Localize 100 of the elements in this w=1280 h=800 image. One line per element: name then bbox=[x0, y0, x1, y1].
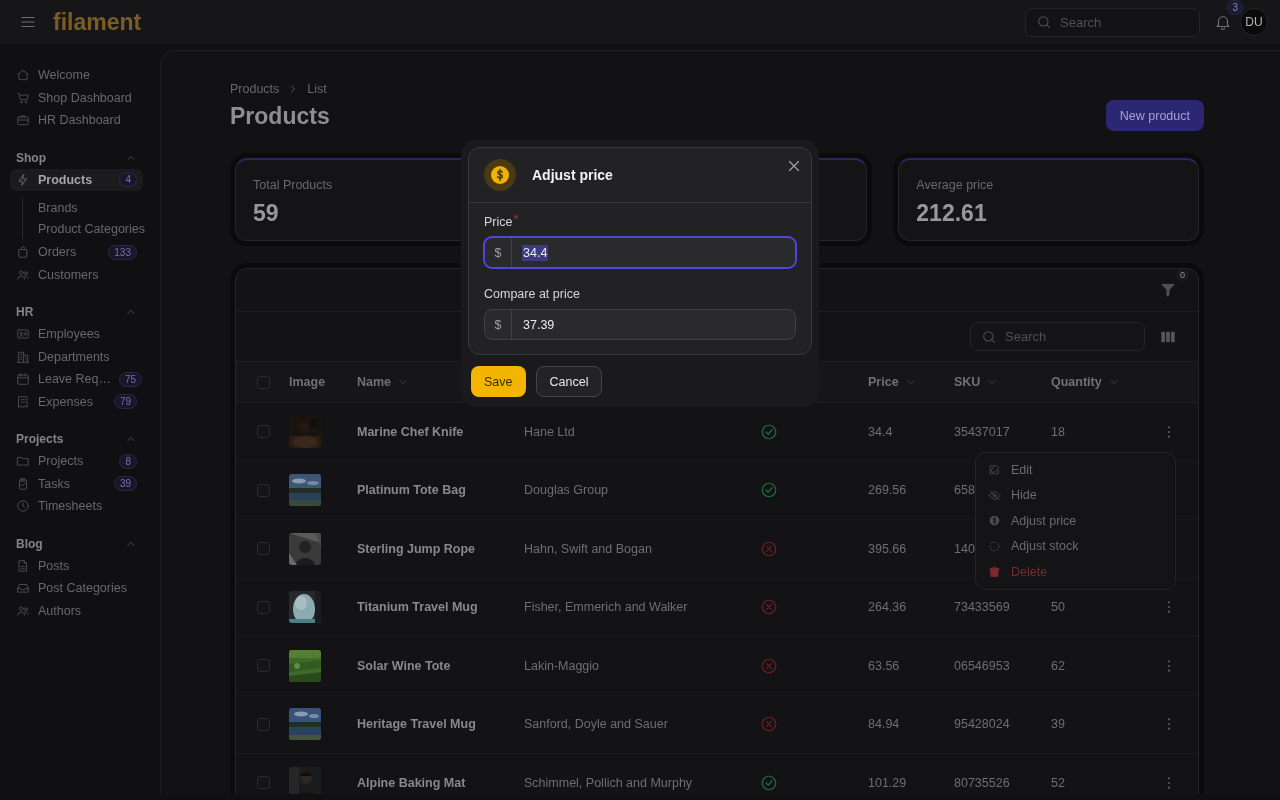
table-cell: 73433569 bbox=[954, 600, 1010, 615]
id-card-icon bbox=[16, 327, 30, 342]
table-cell: Solar Wine Tote bbox=[357, 658, 451, 673]
nav-item[interactable]: Tasks 39 bbox=[10, 472, 143, 495]
document-icon bbox=[16, 558, 30, 573]
nav-item[interactable]: Departments bbox=[10, 345, 143, 368]
nav-item[interactable]: Post Categories bbox=[10, 577, 143, 600]
stat-value: 212.61 bbox=[916, 200, 987, 227]
table-cell: 52 bbox=[1051, 775, 1065, 790]
calendar-icon bbox=[16, 372, 30, 387]
table-cell: 06546953 bbox=[954, 658, 1010, 673]
currency-prefix: $ bbox=[485, 310, 512, 339]
nav-item[interactable]: Customers bbox=[10, 263, 143, 286]
cart-icon bbox=[16, 90, 30, 105]
nav-item[interactable]: Timesheets bbox=[10, 495, 143, 518]
table-cell: 80735526 bbox=[954, 775, 1010, 790]
eye-slash-icon bbox=[988, 488, 1001, 502]
stat-label: Total Products bbox=[253, 178, 333, 192]
breadcrumb-link[interactable]: Products bbox=[230, 82, 280, 96]
nav-group-label: Blog bbox=[16, 536, 43, 551]
receipt-icon bbox=[16, 394, 30, 409]
nav-item[interactable]: Shop Dashboard bbox=[10, 86, 143, 109]
filter-icon[interactable] bbox=[1159, 281, 1177, 299]
bell-icon[interactable] bbox=[1214, 13, 1232, 31]
menu-item[interactable]: Edit bbox=[976, 457, 1175, 483]
save-button[interactable]: Save bbox=[471, 366, 526, 397]
table-cell: Marine Chef Knife bbox=[357, 424, 464, 439]
search-field[interactable]: Search bbox=[970, 322, 1145, 351]
count-badge: 4 bbox=[119, 172, 137, 188]
edit-icon bbox=[988, 463, 1001, 477]
tray-icon bbox=[16, 581, 30, 596]
menu-item[interactable]: Adjust stock bbox=[976, 533, 1175, 559]
nav-group-label: Shop bbox=[16, 150, 46, 165]
input-field[interactable]: $ 34.4 bbox=[484, 237, 796, 268]
clipboard-icon bbox=[16, 476, 30, 491]
menu-item[interactable]: Hide bbox=[976, 482, 1175, 508]
notification-badge: 3 bbox=[1227, 0, 1243, 15]
nav-group-label: HR bbox=[16, 305, 34, 319]
menu-item[interactable]: Delete bbox=[976, 559, 1175, 585]
nav-item[interactable]: Expenses 79 bbox=[10, 390, 143, 413]
home-icon bbox=[16, 68, 30, 83]
nav-item[interactable]: Leave Req… 75 bbox=[10, 368, 143, 391]
stat-label: Average price bbox=[916, 178, 994, 192]
page-title: Products bbox=[230, 102, 330, 131]
table-cell: 63.56 bbox=[868, 658, 900, 673]
briefcase-icon bbox=[16, 113, 30, 128]
table-cell: 62 bbox=[1051, 658, 1065, 673]
count-badge: 79 bbox=[113, 394, 137, 410]
column-header[interactable]: Quantity bbox=[1051, 375, 1151, 389]
row-checkbox[interactable] bbox=[257, 776, 270, 790]
row-checkbox[interactable] bbox=[257, 659, 270, 673]
table-cell: 264.36 bbox=[868, 600, 907, 615]
table-cell: Lakin-Maggio bbox=[524, 658, 600, 673]
nav-group-label: Projects bbox=[16, 432, 64, 446]
table-cell: Douglas Group bbox=[524, 483, 609, 498]
nav-item[interactable]: Orders 133 bbox=[10, 241, 143, 264]
row-checkbox[interactable] bbox=[257, 483, 270, 497]
table-cell: Fisher, Emmerich and Walker bbox=[524, 600, 688, 615]
select-all-checkbox[interactable] bbox=[257, 375, 270, 389]
people-icon bbox=[16, 603, 30, 618]
table-cell: 269.56 bbox=[868, 483, 907, 498]
nav-item[interactable]: Products 4 bbox=[10, 168, 143, 191]
user-avatar[interactable]: DU bbox=[1240, 8, 1268, 36]
menu-item[interactable]: Adjust price bbox=[976, 508, 1175, 534]
nav-item[interactable]: Employees bbox=[10, 323, 143, 346]
trash-icon bbox=[988, 565, 1001, 579]
count-badge: 75 bbox=[118, 371, 143, 387]
row-checkbox[interactable] bbox=[257, 542, 270, 556]
column-header[interactable]: SKU bbox=[954, 375, 1051, 389]
table-cell: 101.29 bbox=[868, 775, 907, 790]
table-cell: Hahn, Swift and Bogan bbox=[524, 541, 652, 556]
bag-icon bbox=[16, 245, 30, 260]
search-icon bbox=[981, 328, 997, 345]
nav-item[interactable]: Posts bbox=[10, 554, 143, 577]
nav-item[interactable]: Projects 8 bbox=[10, 450, 143, 473]
search-icon bbox=[1036, 14, 1052, 30]
table-cell: 35437017 bbox=[954, 424, 1010, 439]
table-cell: 95428024 bbox=[954, 717, 1010, 732]
nav-subitem[interactable]: Product Categories bbox=[38, 218, 143, 239]
nav-subitem[interactable]: Brands bbox=[38, 197, 143, 218]
table-cell: Alpine Baking Mat bbox=[357, 775, 466, 790]
table-cell: 50 bbox=[1051, 600, 1065, 615]
cancel-button[interactable]: Cancel bbox=[535, 366, 603, 397]
table-cell: Platinum Tote Bag bbox=[357, 483, 466, 498]
dollar-coin-icon bbox=[484, 159, 516, 191]
row-checkbox[interactable] bbox=[257, 717, 270, 731]
filter-count-badge: 0 bbox=[1176, 269, 1189, 281]
nav-item[interactable]: Welcome bbox=[10, 64, 143, 87]
nav-item[interactable]: HR Dashboard bbox=[10, 109, 143, 132]
search-field[interactable]: Search bbox=[1025, 7, 1200, 37]
clock-icon bbox=[16, 499, 30, 514]
column-header[interactable]: Price bbox=[868, 375, 954, 389]
new-product-button[interactable]: New product bbox=[1105, 100, 1204, 131]
table-cell: 39 bbox=[1051, 717, 1065, 732]
table-cell: Sterling Jump Rope bbox=[357, 541, 476, 556]
input-field[interactable]: $ 37.39 bbox=[484, 309, 796, 340]
row-checkbox[interactable] bbox=[257, 600, 270, 614]
nav-item[interactable]: Authors bbox=[10, 599, 143, 622]
count-badge: 8 bbox=[119, 453, 137, 469]
row-checkbox[interactable] bbox=[257, 425, 270, 439]
